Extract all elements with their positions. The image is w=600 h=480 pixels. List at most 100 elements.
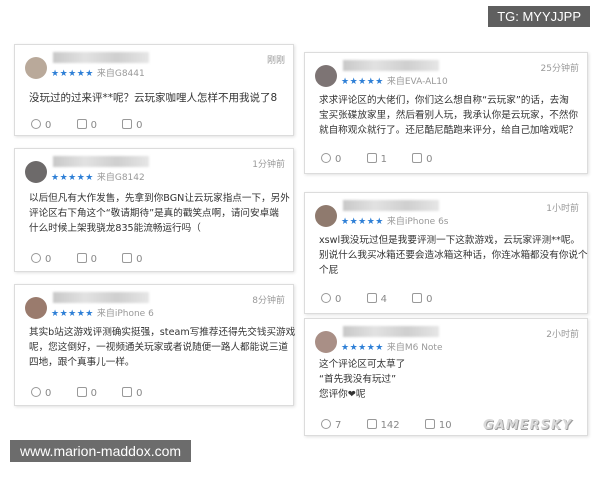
rating-stars: ★★★★★ bbox=[51, 173, 94, 183]
comment-line: 就自称观众就行了。还尼酷尼酷跑来评分，给自己加啥戏呢？ bbox=[319, 125, 579, 136]
comment-card: ★★★★★ 来自iPhone 6s 1小时前 xswl我没玩过但是我要评测一下这款… bbox=[304, 192, 588, 314]
device-source: 来自G8142 bbox=[96, 173, 145, 183]
rating-stars: ★★★★★ bbox=[51, 309, 94, 319]
device-source: 来自iPhone 6 bbox=[96, 309, 154, 319]
timestamp: 1小时前 bbox=[546, 204, 579, 214]
like-button[interactable]: 0 bbox=[76, 253, 97, 265]
dislike-button[interactable]: 0 bbox=[412, 153, 433, 165]
thumb-up-icon bbox=[76, 119, 87, 129]
comment-card: ★★★★★ 来自G8142 1分钟前 以后但凡有大作发售，先拿到你BGN让云玩家指… bbox=[14, 148, 294, 272]
rating-stars: ★★★★★ bbox=[51, 69, 94, 79]
comment-text: 这个评论区可太草了 “首先我没有玩过” 您评你❤呢 bbox=[319, 357, 579, 402]
rating-stars: ★★★★★ bbox=[341, 217, 384, 227]
comment-icon bbox=[31, 387, 41, 397]
username-blurred[interactable] bbox=[343, 200, 439, 211]
comment-actions: 7 142 10 bbox=[321, 419, 474, 431]
comment-icon bbox=[321, 419, 331, 429]
watermark-url-badge: www.marion-maddox.com bbox=[10, 440, 192, 462]
timestamp: 8分钟前 bbox=[252, 296, 285, 306]
comment-line: xswl我没玩过但是我要评测一下这款游戏，云玩家评测**呢。 bbox=[319, 235, 581, 246]
like-button[interactable]: 1 bbox=[366, 153, 387, 165]
thumb-up-icon bbox=[366, 293, 377, 303]
comment-line: 个屁 bbox=[319, 265, 339, 276]
avatar[interactable] bbox=[25, 57, 47, 79]
avatar[interactable] bbox=[315, 331, 337, 353]
comment-meta: ★★★★★ 来自iPhone 6 bbox=[51, 306, 154, 319]
like-button[interactable]: 4 bbox=[366, 293, 387, 305]
thumb-down-icon bbox=[412, 293, 423, 303]
comment-meta: ★★★★★ 来自EVA-AL10 bbox=[341, 74, 448, 87]
comment-line: 以后但凡有大作发售，先拿到你BGN让云玩家指点一下，另外 bbox=[29, 193, 290, 204]
username-blurred[interactable] bbox=[53, 292, 149, 303]
rating-stars: ★★★★★ bbox=[341, 343, 384, 353]
comment-line: 这个评论区可太草了 bbox=[319, 359, 406, 370]
comment-line: “首先我没有玩过” bbox=[319, 374, 397, 385]
reply-button[interactable]: 0 bbox=[321, 153, 341, 165]
thumb-down-icon bbox=[424, 419, 435, 429]
timestamp: 25分钟前 bbox=[540, 64, 579, 74]
like-button[interactable]: 0 bbox=[76, 119, 97, 131]
comment-actions: 0 0 0 bbox=[31, 387, 165, 399]
username-blurred[interactable] bbox=[343, 60, 439, 71]
comment-actions: 0 1 0 bbox=[321, 153, 455, 165]
comment-meta: ★★★★★ 来自G8441 bbox=[51, 66, 145, 79]
dislike-button[interactable]: 10 bbox=[424, 419, 452, 431]
thumb-down-icon bbox=[412, 153, 423, 163]
comment-actions: 0 0 0 bbox=[31, 253, 165, 265]
dislike-button[interactable]: 0 bbox=[122, 253, 143, 265]
avatar[interactable] bbox=[25, 297, 47, 319]
reply-button[interactable]: 7 bbox=[321, 419, 341, 431]
comment-icon bbox=[321, 153, 331, 163]
username-blurred[interactable] bbox=[53, 156, 149, 167]
comment-meta: ★★★★★ 来自M6 Note bbox=[341, 340, 443, 353]
comment-icon bbox=[31, 119, 41, 129]
timestamp: 刚刚 bbox=[266, 56, 285, 66]
comment-text: 求求评论区的大佬们，你们这么想自称“云玩家”的话，去淘 宝买张碟放家里，然后看别… bbox=[319, 93, 579, 138]
reply-button[interactable]: 0 bbox=[31, 253, 51, 265]
comment-line: 宝买张碟放家里，然后看别人玩，我承认你是云玩家，不然你 bbox=[319, 110, 579, 121]
device-source: 来自M6 Note bbox=[386, 343, 443, 353]
comment-card: ★★★★★ 来自EVA-AL10 25分钟前 求求评论区的大佬们，你们这么想自称“… bbox=[304, 52, 588, 174]
like-button[interactable]: 0 bbox=[76, 387, 97, 399]
comment-line: 没玩过的过来评**呢？云玩家咖哩人怎样不用我说了8 bbox=[29, 92, 278, 104]
comment-card: ★★★★★ 来自iPhone 6 8分钟前 其实b站这游戏评测确实挺强，steam… bbox=[14, 284, 296, 406]
reply-button[interactable]: 0 bbox=[31, 119, 51, 131]
comment-icon bbox=[321, 293, 331, 303]
comment-line: 求求评论区的大佬们，你们这么想自称“云玩家”的话，去淘 bbox=[319, 95, 569, 106]
comment-line: 四地，跟个真事儿一样。 bbox=[29, 357, 135, 368]
comment-line: 其实b站这游戏评测确实挺强，steam写推荐还得先交钱买游戏 bbox=[29, 327, 296, 338]
comment-line: 您评你❤呢 bbox=[319, 389, 366, 400]
avatar[interactable] bbox=[315, 65, 337, 87]
comment-icon bbox=[31, 253, 41, 263]
device-source: 来自EVA-AL10 bbox=[386, 77, 448, 87]
username-blurred[interactable] bbox=[343, 326, 439, 337]
comment-text: 其实b站这游戏评测确实挺强，steam写推荐还得先交钱买游戏 呢，您这倒好，一视… bbox=[29, 325, 296, 370]
dislike-button[interactable]: 0 bbox=[122, 119, 143, 131]
avatar[interactable] bbox=[25, 161, 47, 183]
comment-line: 别说什么我买冰箱还要会造冰箱这种话，你连冰箱都没有你说个 bbox=[319, 250, 588, 261]
like-button[interactable]: 142 bbox=[366, 419, 400, 431]
reply-button[interactable]: 0 bbox=[31, 387, 51, 399]
gamersky-watermark-logo: GAMERSKY bbox=[483, 418, 573, 433]
thumb-down-icon bbox=[122, 253, 133, 263]
thumb-up-icon bbox=[366, 419, 377, 429]
thumb-up-icon bbox=[76, 253, 87, 263]
comment-actions: 0 4 0 bbox=[321, 293, 455, 305]
dislike-button[interactable]: 0 bbox=[122, 387, 143, 399]
comment-text: 以后但凡有大作发售，先拿到你BGN让云玩家指点一下，另外 评论区右下角这个“敬请… bbox=[29, 191, 290, 236]
dislike-button[interactable]: 0 bbox=[412, 293, 433, 305]
comment-text: 没玩过的过来评**呢？云玩家咖哩人怎样不用我说了8 bbox=[29, 91, 285, 106]
avatar[interactable] bbox=[315, 205, 337, 227]
device-source: 来自G8441 bbox=[96, 69, 145, 79]
username-blurred[interactable] bbox=[53, 52, 149, 63]
device-source: 来自iPhone 6s bbox=[386, 217, 449, 227]
thumb-down-icon bbox=[122, 119, 133, 129]
comment-line: 什么时候上架我骁龙835能流畅运行吗（ bbox=[29, 223, 201, 234]
reply-button[interactable]: 0 bbox=[321, 293, 341, 305]
comment-meta: ★★★★★ 来自iPhone 6s bbox=[341, 214, 449, 227]
timestamp: 2小时前 bbox=[546, 330, 579, 340]
comment-line: 呢，您这倒好，一视频通关玩家或者说随便一路人都能说三道 bbox=[29, 342, 289, 353]
watermark-tg-badge: TG: MYYJJPP bbox=[488, 6, 590, 27]
thumb-down-icon bbox=[122, 387, 133, 397]
comment-text: xswl我没玩过但是我要评测一下这款游戏，云玩家评测**呢。 别说什么我买冰箱还… bbox=[319, 233, 588, 278]
